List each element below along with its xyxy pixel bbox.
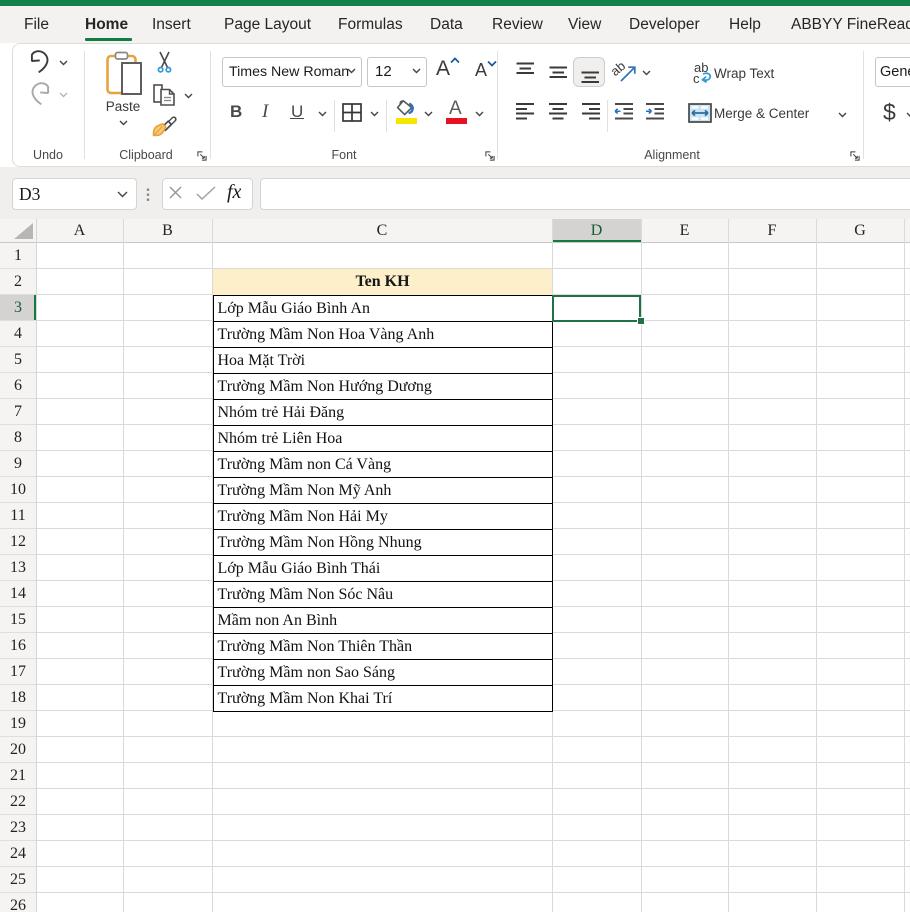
svg-text:c: c <box>693 71 700 86</box>
